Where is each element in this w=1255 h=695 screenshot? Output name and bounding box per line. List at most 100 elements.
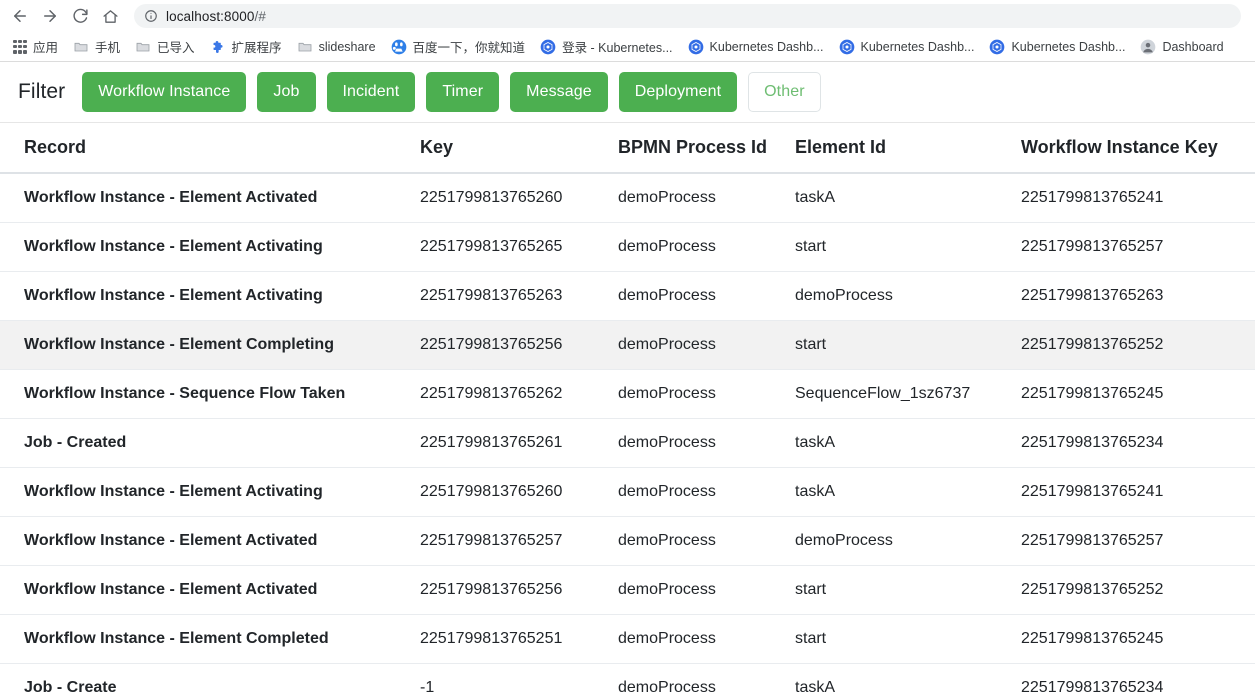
cell-overflow xyxy=(1245,663,1255,695)
cell-workflow-instance-key: 2251799813765241 xyxy=(1021,173,1245,223)
bookmark-label: 已导入 xyxy=(157,41,195,55)
bookmark-label: 百度一下，你就知道 xyxy=(412,41,526,55)
cell-overflow xyxy=(1245,418,1255,468)
cell-record: Workflow Instance - Element Activated xyxy=(0,565,420,615)
bookmark-apps[interactable]: 应用 xyxy=(6,34,65,59)
table-row[interactable]: Workflow Instance - Sequence Flow Taken 2… xyxy=(0,369,1255,419)
cell-bpmn-process-id: demoProcess xyxy=(618,565,795,615)
apps-grid-icon xyxy=(13,39,27,54)
filter-button-job[interactable]: Job xyxy=(257,72,316,112)
bookmark-label: Kubernetes Dashb... xyxy=(709,39,824,54)
cell-key: 2251799813765263 xyxy=(420,271,618,321)
address-bar[interactable]: localhost:8000/# xyxy=(134,4,1241,28)
filter-button-message[interactable]: Message xyxy=(510,72,608,112)
filter-button-other[interactable]: Other xyxy=(748,72,821,112)
cell-element-id: start xyxy=(795,565,1021,615)
cell-key: 2251799813765257 xyxy=(420,516,618,566)
cell-bpmn-process-id: demoProcess xyxy=(618,516,795,566)
cell-key: 2251799813765251 xyxy=(420,614,618,664)
table-row[interactable]: Workflow Instance - Element Activated 225… xyxy=(0,516,1255,566)
cell-bpmn-process-id: demoProcess xyxy=(618,320,795,370)
column-header-workflow-instance-key[interactable]: Workflow Instance Key xyxy=(1021,123,1245,174)
bookmark-kubernetes-login[interactable]: 登录 - Kubernetes... xyxy=(533,34,679,59)
bookmark-folder-phone[interactable]: 手机 xyxy=(66,34,127,59)
filter-button-workflow-instance[interactable]: Workflow Instance xyxy=(82,72,247,112)
table-row[interactable]: Workflow Instance - Element Completing 22… xyxy=(0,320,1255,370)
filter-bar: Filter Workflow Instance Job Incident Ti… xyxy=(0,62,1255,123)
kubernetes-icon xyxy=(540,39,556,54)
cell-workflow-instance-key: 2251799813765252 xyxy=(1021,565,1245,615)
table-row[interactable]: Workflow Instance - Element Activating 22… xyxy=(0,222,1255,272)
cell-bpmn-process-id: demoProcess xyxy=(618,467,795,517)
table-row[interactable]: Workflow Instance - Element Completed 225… xyxy=(0,614,1255,664)
column-header-key[interactable]: Key xyxy=(420,123,618,174)
address-bar-text: localhost:8000/# xyxy=(166,9,266,24)
cell-record: Workflow Instance - Element Activating xyxy=(0,467,420,517)
filter-button-timer[interactable]: Timer xyxy=(426,72,500,112)
table-header-row: Record Key BPMN Process Id Element Id Wo… xyxy=(0,123,1255,174)
folder-icon xyxy=(136,42,150,51)
cell-overflow xyxy=(1245,173,1255,223)
cell-key: 2251799813765260 xyxy=(420,173,618,223)
table-row[interactable]: Workflow Instance - Element Activated 225… xyxy=(0,565,1255,615)
cell-overflow xyxy=(1245,222,1255,272)
forward-arrow-icon[interactable] xyxy=(36,2,64,30)
bookmark-kubernetes-dashboard-2[interactable]: Kubernetes Dashb... xyxy=(832,36,982,58)
home-icon[interactable] xyxy=(96,2,124,30)
bookmark-slideshare[interactable]: slideshare xyxy=(290,36,383,58)
cell-key: -1 xyxy=(420,663,618,695)
table-row[interactable]: Job - Create -1 demoProcess taskA 2251799813… xyxy=(0,663,1255,695)
column-header-element-id[interactable]: Element Id xyxy=(795,123,1021,174)
bookmark-baidu[interactable]: 百度一下，你就知道 xyxy=(384,34,533,59)
cell-workflow-instance-key: 2251799813765263 xyxy=(1021,271,1245,321)
cell-bpmn-process-id: demoProcess xyxy=(618,369,795,419)
bookmark-dashboard[interactable]: Dashboard xyxy=(1133,36,1230,58)
filter-button-incident[interactable]: Incident xyxy=(326,72,416,112)
column-header-overflow[interactable] xyxy=(1245,123,1255,174)
back-arrow-icon[interactable] xyxy=(6,2,34,30)
cell-record: Workflow Instance - Element Activating xyxy=(0,222,420,272)
table-header: Record Key BPMN Process Id Element Id Wo… xyxy=(0,123,1255,174)
table-row[interactable]: Job - Created 2251799813765261 demoProcess… xyxy=(0,418,1255,468)
browser-chrome: localhost:8000/# 应用 手机 已导入 扩展程序 slidesha… xyxy=(0,0,1255,62)
bookmark-kubernetes-dashboard-1[interactable]: Kubernetes Dashb... xyxy=(681,36,831,58)
filter-button-deployment[interactable]: Deployment xyxy=(618,72,738,112)
bookmark-label: 扩展程序 xyxy=(231,41,282,55)
cell-overflow xyxy=(1245,614,1255,664)
column-header-record[interactable]: Record xyxy=(0,123,420,174)
cell-key: 2251799813765260 xyxy=(420,467,618,517)
table-body: Workflow Instance - Element Activated 225… xyxy=(0,173,1255,695)
baidu-icon xyxy=(391,39,406,54)
cell-workflow-instance-key: 2251799813765257 xyxy=(1021,222,1245,272)
reload-icon[interactable] xyxy=(66,2,94,30)
cell-element-id: taskA xyxy=(795,467,1021,517)
filter-label: Filter xyxy=(18,80,66,103)
bookmark-kubernetes-dashboard-3[interactable]: Kubernetes Dashb... xyxy=(982,36,1132,58)
cell-element-id: taskA xyxy=(795,663,1021,695)
folder-icon xyxy=(298,42,311,51)
bookmark-label: Kubernetes Dashb... xyxy=(1011,39,1126,54)
bookmark-folder-imported[interactable]: 已导入 xyxy=(128,34,202,59)
column-header-bpmn-process-id[interactable]: BPMN Process Id xyxy=(618,123,795,174)
cell-record: Workflow Instance - Sequence Flow Taken xyxy=(0,369,420,419)
folder-icon xyxy=(74,42,88,51)
cell-key: 2251799813765261 xyxy=(420,418,618,468)
table-row[interactable]: Workflow Instance - Element Activating 22… xyxy=(0,467,1255,517)
cell-workflow-instance-key: 2251799813765241 xyxy=(1021,467,1245,517)
puzzle-icon xyxy=(213,40,223,53)
cell-overflow xyxy=(1245,565,1255,615)
cell-workflow-instance-key: 2251799813765252 xyxy=(1021,320,1245,370)
cell-workflow-instance-key: 2251799813765257 xyxy=(1021,516,1245,566)
cell-element-id: start xyxy=(795,320,1021,370)
cell-element-id: demoProcess xyxy=(795,271,1021,321)
bookmark-label: Kubernetes Dashb... xyxy=(860,39,975,54)
table-row[interactable]: Workflow Instance - Element Activated 225… xyxy=(0,173,1255,223)
kubernetes-icon xyxy=(990,39,1005,54)
cell-overflow xyxy=(1245,467,1255,517)
cell-workflow-instance-key: 2251799813765234 xyxy=(1021,418,1245,468)
table-row[interactable]: Workflow Instance - Element Activating 22… xyxy=(0,271,1255,321)
cell-record: Workflow Instance - Element Activated xyxy=(0,516,420,566)
app-content: Filter Workflow Instance Job Incident Ti… xyxy=(0,62,1255,695)
cell-record: Job - Create xyxy=(0,663,420,695)
bookmark-extensions[interactable]: 扩展程序 xyxy=(203,34,289,59)
